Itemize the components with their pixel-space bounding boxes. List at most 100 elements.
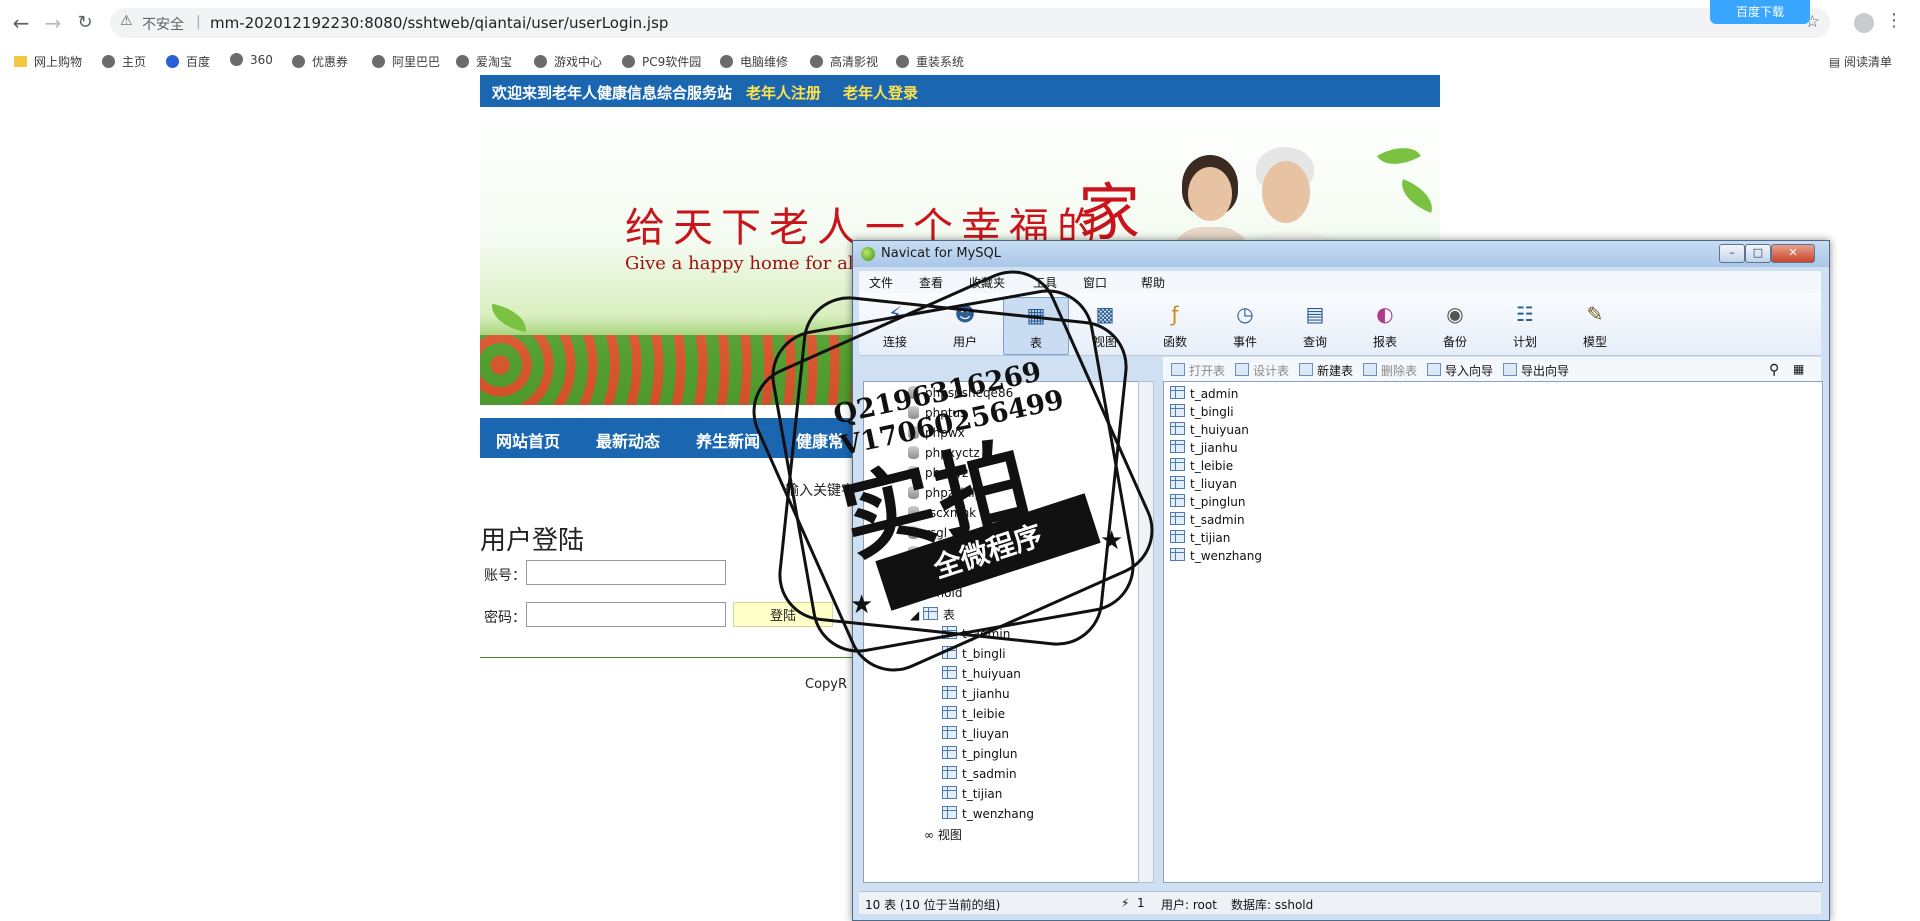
bookmark-item[interactable]: 电脑维修 [720,53,788,70]
menu-window[interactable]: 窗口 [1083,274,1107,291]
bookmark-item[interactable]: 优惠券 [292,53,348,70]
toolbar-view[interactable]: ▩ 视图 [1073,297,1137,353]
tree-tables-node[interactable]: ◢ 表 [910,606,955,623]
tree-db-item[interactable]: phpzslhly [908,486,982,500]
tree-table-item[interactable]: t_admin [942,626,1010,641]
tree-db-item[interactable]: shiyan [908,546,964,560]
tree-db-item[interactable]: phpxyz [908,466,968,480]
tree-db-open[interactable]: ◢ sshold [894,586,962,600]
site-header: 欢迎来到老年人健康信息综合服务站 老年人注册 老年人登录 [480,75,1440,107]
menu-file[interactable]: 文件 [869,274,893,291]
new-table-button[interactable]: 新建表 [1299,362,1353,379]
list-table-item[interactable]: t_leibie [1170,458,1233,473]
tree-db-item[interactable]: phpxyctz [908,446,980,460]
bookmark-item[interactable]: 游戏中心 [534,53,602,70]
toolbar-backup[interactable]: ◉ 备份 [1423,297,1487,353]
tree-table-item[interactable]: t_pinglun [942,746,1017,761]
back-icon[interactable]: ← [8,10,34,36]
menu-tools[interactable]: 工具 [1033,274,1057,291]
list-table-item[interactable]: t_sadmin [1170,512,1245,527]
open-table-button[interactable]: 打开表 [1171,362,1225,379]
table-icon [942,786,957,799]
search-icon[interactable]: ⚲ [1769,362,1779,378]
tree-db-item[interactable]: phptus [908,406,966,420]
toolbar-function[interactable]: ƒ 函数 [1143,297,1207,353]
bookmark-item[interactable]: 高清影视 [810,53,878,70]
import-wizard-button[interactable]: 导入向导 [1427,362,1493,379]
tree-db-item[interactable]: phpwx [908,426,965,440]
tree-scrollbar[interactable] [1138,381,1154,883]
account-input[interactable] [526,560,726,585]
menu-help[interactable]: 帮助 [1141,274,1165,291]
tree-db-item[interactable]: rscxmnk [908,506,976,520]
tree-table-item[interactable]: t_wenzhang [942,806,1034,821]
nav-health-common[interactable]: 健康常 [796,428,844,452]
list-table-item[interactable]: t_admin [1170,386,1238,401]
toolbar-table[interactable]: ▦ 表 [1003,297,1069,355]
toolbar-connect[interactable]: ⚡ 连接 [863,297,927,353]
login-link[interactable]: 老年人登录 [843,82,918,103]
tree-table-item[interactable]: t_bingli [942,646,1006,661]
navicat-titlebar[interactable]: Navicat for MySQL – □ ✕ [853,241,1829,267]
bookmark-item[interactable]: 阿里巴巴 [372,53,440,70]
list-table-item[interactable]: t_bingli [1170,404,1234,419]
list-table-item[interactable]: t_jianhu [1170,440,1238,455]
bookmark-item[interactable]: 360 [230,53,273,67]
reading-list-button[interactable]: ▤ 阅读清单 [1829,53,1892,70]
list-table-item[interactable]: t_liuyan [1170,476,1237,491]
table-icon [1170,494,1185,507]
menu-view[interactable]: 查看 [919,274,943,291]
tree-table-item[interactable]: t_liuyan [942,726,1009,741]
bookmark-item[interactable]: 网上购物 [14,53,82,70]
menu-favorites[interactable]: 收藏夹 [969,274,1005,291]
toolbar-user[interactable]: ☻ 用户 [933,297,997,353]
bookmark-item[interactable]: 重装系统 [896,53,964,70]
toolbar-report[interactable]: ◐ 报表 [1353,297,1417,353]
tree-db-item[interactable]: phpsusheqe86 [908,386,1013,400]
object-list: t_admin t_bingli t_huiyuan t_jianhu t_le… [1163,381,1823,883]
export-wizard-button[interactable]: 导出向导 [1503,362,1569,379]
address-bar[interactable]: ⚠ 不安全 | mm-202012192230:8080/sshtweb/qia… [110,8,1830,38]
extension-badge[interactable]: 百度下载 [1710,0,1810,24]
tree-table-item[interactable]: t_sadmin [942,766,1017,781]
toolbar-schedule[interactable]: ☷ 计划 [1493,297,1557,353]
url-text[interactable]: mm-202012192230:8080/sshtweb/qiantai/use… [210,14,668,32]
database-icon [908,426,919,439]
tree-db-item[interactable]: rsgl [908,526,947,540]
list-table-item[interactable]: t_tijian [1170,530,1230,545]
menu-icon[interactable]: ⋮ [1885,10,1903,31]
tree-table-item[interactable]: t_leibie [942,706,1005,721]
login-button[interactable]: 登陆 [733,602,833,627]
list-table-item[interactable]: t_wenzhang [1170,548,1262,563]
tree-table-item[interactable]: t_jianhu [942,686,1010,701]
bookmark-item[interactable]: 百度 [166,53,210,70]
bookmark-item[interactable]: 爱淘宝 [456,53,512,70]
tree-views-node[interactable]: ∞ 视图 [924,826,962,843]
tree-table-item[interactable]: t_tijian [942,786,1002,801]
register-link[interactable]: 老年人注册 [746,82,821,103]
bookmark-item[interactable]: 主页 [102,53,146,70]
password-input[interactable] [526,602,726,627]
list-table-item[interactable]: t_pinglun [1170,494,1245,509]
globe-icon [456,55,469,68]
toolbar-query[interactable]: ▤ 查询 [1283,297,1347,353]
toolbar-event[interactable]: ◷ 事件 [1213,297,1277,353]
forward-icon[interactable]: → [40,10,66,36]
tree-table-item[interactable]: t_huiyuan [942,666,1021,681]
reload-icon[interactable]: ↻ [72,10,98,36]
close-button[interactable]: ✕ [1771,244,1815,263]
nav-news[interactable]: 最新动态 [596,428,660,452]
design-table-button[interactable]: 设计表 [1235,362,1289,379]
minimize-button[interactable]: – [1719,244,1745,263]
toolbar-model[interactable]: ✎ 模型 [1563,297,1627,353]
grid-view-icon[interactable]: ▦ [1793,362,1804,376]
nav-home[interactable]: 网站首页 [496,428,560,452]
list-table-item[interactable]: t_huiyuan [1170,422,1249,437]
nav-health-news[interactable]: 养生新闻 [696,428,760,452]
tree-db-item[interactable]: sjzgw [908,566,958,580]
profile-icon[interactable] [1854,13,1874,33]
database-icon [908,386,919,399]
maximize-button[interactable]: □ [1745,244,1771,263]
delete-table-button[interactable]: 删除表 [1363,362,1417,379]
bookmark-item[interactable]: PC9软件园 [622,53,701,70]
